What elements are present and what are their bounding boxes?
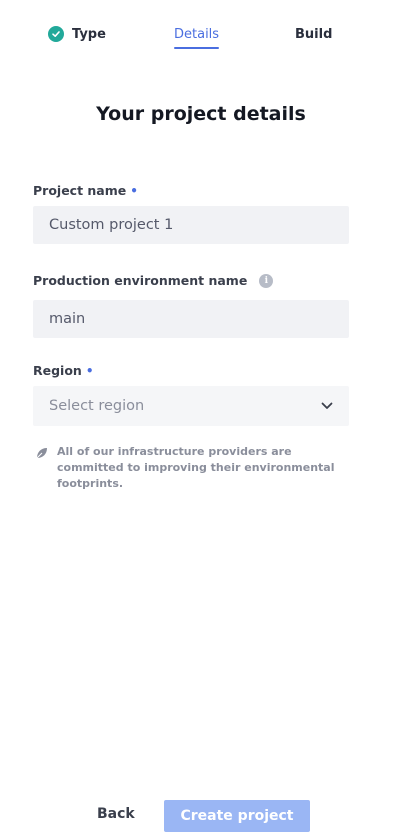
step-details[interactable]: Details: [174, 24, 220, 49]
required-marker: •: [130, 183, 138, 198]
create-project-page: Type Details Build Your project details …: [0, 0, 402, 837]
label-text: Region: [33, 363, 82, 378]
note-text: All of our infrastructure providers are …: [57, 445, 335, 490]
required-marker: •: [85, 363, 94, 378]
info-icon[interactable]: i: [259, 273, 274, 288]
env-name-input[interactable]: [33, 300, 349, 338]
project-name-input[interactable]: [33, 206, 349, 244]
region-select[interactable]: Select region: [33, 386, 349, 426]
stepper: Type Details Build: [0, 24, 402, 54]
active-step-indicator: [174, 47, 220, 49]
page-title: Your project details: [96, 103, 306, 125]
step-type[interactable]: Type: [48, 24, 106, 44]
step-label: Type: [72, 26, 106, 42]
step-label: Build: [295, 26, 333, 42]
check-circle-icon: [48, 26, 64, 42]
step-build[interactable]: Build: [295, 24, 332, 44]
project-name-label: Project name •: [33, 183, 138, 198]
label-text: Project name: [33, 183, 127, 198]
create-project-button[interactable]: Create project: [164, 800, 310, 832]
leaf-icon: [35, 445, 49, 459]
chevron-down-icon: [321, 398, 333, 414]
environment-note: All of our infrastructure providers are …: [35, 444, 355, 492]
env-name-label: Production environment name i: [33, 273, 274, 288]
step-label: Details: [174, 26, 220, 42]
label-text: Production environment name: [33, 273, 248, 288]
region-label: Region •: [33, 363, 94, 378]
back-button[interactable]: Back: [97, 806, 135, 822]
region-placeholder: Select region: [49, 398, 145, 414]
